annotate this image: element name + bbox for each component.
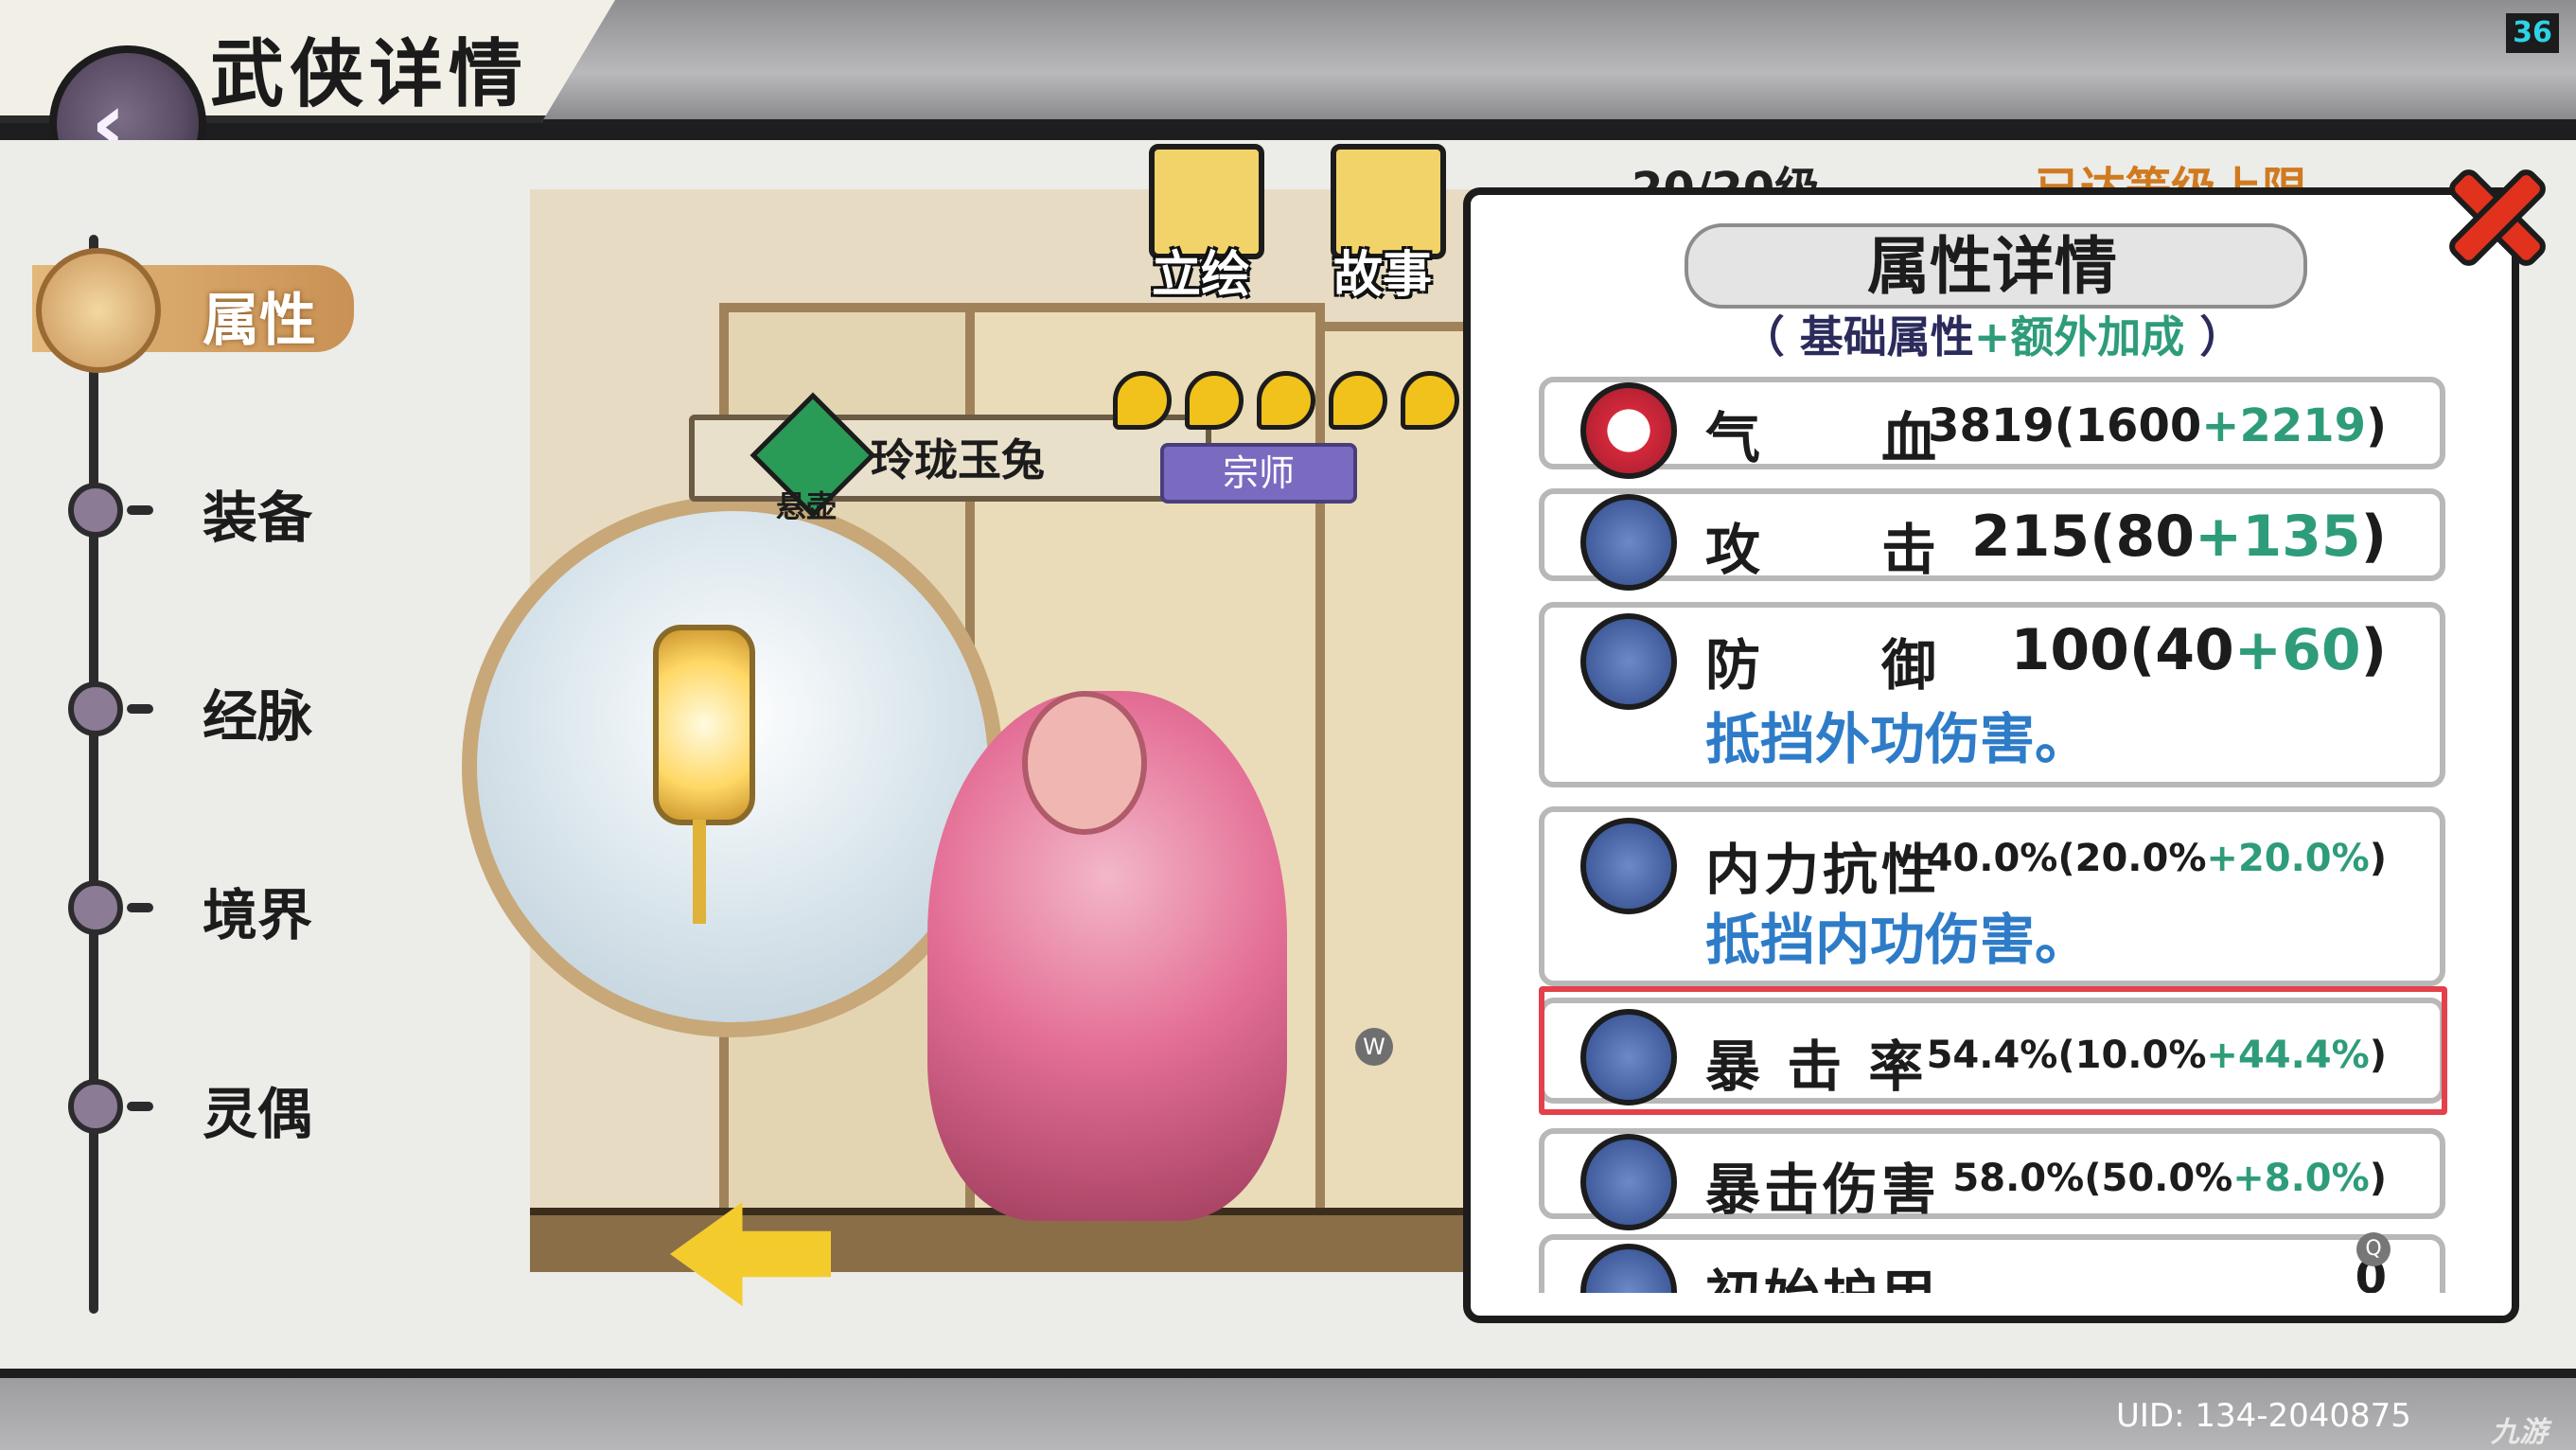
q-hint-badge: Q xyxy=(2356,1232,2391,1266)
stat-name: 防 御 xyxy=(1705,633,1941,698)
heart-icon xyxy=(1580,382,1677,479)
crit-damage-icon xyxy=(1580,1134,1677,1230)
sidebar-node-icon xyxy=(68,483,123,538)
stat-value: 100(40+60) xyxy=(2010,617,2387,683)
sidebar-dash xyxy=(127,505,153,515)
rank-badge: 宗师 xyxy=(1160,443,1357,504)
star-icon xyxy=(1185,371,1244,430)
sword-icon xyxy=(1580,494,1677,591)
w-hint-badge: W xyxy=(1355,1028,1393,1066)
sidebar-node-icon xyxy=(68,681,123,736)
close-button[interactable] xyxy=(2440,159,2550,271)
tab-label: 立绘 xyxy=(1151,247,1250,304)
subtitle-open: （ 基础属性 xyxy=(1740,311,1974,362)
swirl-icon xyxy=(1580,818,1677,914)
panel-subtitle: （ 基础属性+额外加成 ） xyxy=(1685,303,2300,365)
sidebar-dash xyxy=(127,704,153,714)
fps-counter: 36 xyxy=(2506,13,2559,53)
stat-row-attack: 攻 击 215(80+135) xyxy=(1539,488,2445,591)
watermark-logo: 九游 xyxy=(2491,1416,2548,1449)
stat-description: 抵挡内功伤害。 xyxy=(1705,908,2091,972)
tab-label: 故事 xyxy=(1332,247,1432,304)
stat-name: 暴击伤害 xyxy=(1705,1158,1941,1222)
rabbit-ears xyxy=(1022,691,1147,835)
star-icon xyxy=(1113,371,1172,430)
armor-icon xyxy=(1580,1244,1677,1293)
stat-row-defense: 防 御 100(40+60) 抵挡外功伤害。 xyxy=(1539,602,2445,787)
star-icon xyxy=(1401,371,1459,430)
stat-value: 58.0%(50.0%+8.0%) xyxy=(1952,1157,2387,1200)
lantern-tassel xyxy=(693,820,706,924)
sidebar-node-icon xyxy=(68,1079,123,1134)
subtitle-close: ） xyxy=(2184,311,2244,362)
tab-portrait[interactable]: 立绘 xyxy=(1130,144,1272,304)
stat-row-hp: 气 血 3819(1600+2219) xyxy=(1539,377,2445,479)
stat-row-crit-damage: 暴击伤害 58.0%(50.0%+8.0%) xyxy=(1539,1128,2445,1230)
stat-name: 气 血 xyxy=(1705,406,1941,470)
sidebar-line xyxy=(89,235,98,1314)
page-title: 武侠详情 xyxy=(210,32,529,117)
stat-row-internal-resistance: 内力抗性 40.0%(20.0%+20.0%) 抵挡内功伤害。 xyxy=(1539,806,2445,986)
star-rating xyxy=(1113,371,1473,430)
sidebar-item-label[interactable]: 境界 xyxy=(203,871,312,950)
scene-floor xyxy=(530,1208,1476,1272)
sidebar-item-label: 属性 xyxy=(203,288,316,354)
character-name: 玲珑玉兔 xyxy=(871,434,1045,486)
stat-name: 攻 击 xyxy=(1705,518,1941,582)
stat-description: 抵挡外功伤害。 xyxy=(1705,707,2091,771)
sidebar-node-icon xyxy=(68,880,123,935)
shield-icon xyxy=(1580,613,1677,710)
sidebar-item-label[interactable]: 经脉 xyxy=(203,672,312,752)
star-icon xyxy=(1257,371,1315,430)
lantern-icon xyxy=(653,625,755,825)
sidebar-item-label[interactable]: 装备 xyxy=(203,473,312,553)
panel-title: 属性详情 xyxy=(1867,230,2117,303)
highlight-box xyxy=(1539,986,2447,1115)
tab-story[interactable]: 故事 xyxy=(1312,144,1454,304)
stat-value: 3819(1600+2219) xyxy=(1928,399,2387,452)
sidebar-item-label[interactable]: 灵偶 xyxy=(203,1070,312,1149)
stat-name: 初始护甲 xyxy=(1705,1251,1940,1293)
character-school: 悬壶 xyxy=(776,488,838,524)
subtitle-bonus: +额外加成 xyxy=(1973,311,2185,362)
user-id: UID: 134-2040875 xyxy=(2116,1397,2411,1435)
stat-row-initial-armor: 初始护甲 0 xyxy=(1539,1234,2445,1293)
stat-value: 215(80+135) xyxy=(1970,504,2387,570)
straw-hat-icon xyxy=(36,248,161,373)
sidebar-dash xyxy=(127,903,153,912)
stat-name: 内力抗性 xyxy=(1705,838,1941,902)
star-icon xyxy=(1329,371,1387,430)
stat-value: 40.0%(20.0%+20.0%) xyxy=(1926,837,2387,880)
sidebar-dash xyxy=(127,1102,153,1111)
